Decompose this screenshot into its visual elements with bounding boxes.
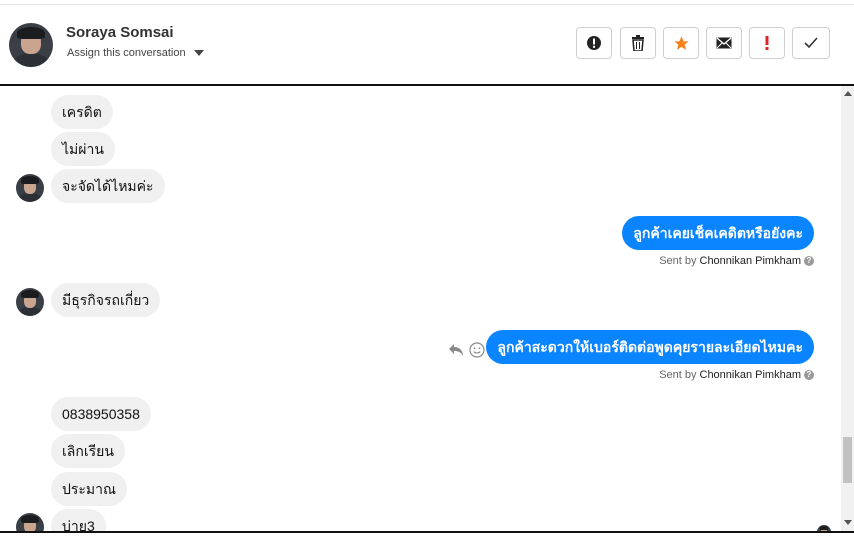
delete-button[interactable]	[620, 27, 656, 59]
emoji-reaction-icon[interactable]	[469, 342, 485, 363]
exclamation-circle-icon	[587, 36, 601, 50]
important-button[interactable]	[749, 27, 785, 59]
conversation-header: Soraya Somsai Assign this conversation	[0, 5, 854, 84]
exclamation-mark-icon	[765, 36, 769, 50]
sender-name: Chonnikan Pimkham	[699, 369, 802, 381]
done-button[interactable]	[792, 27, 830, 59]
contact-avatar[interactable]	[16, 174, 44, 202]
sent-by-label: Sent by Chonnikan Pimkham ?	[659, 369, 814, 381]
help-icon[interactable]: ?	[804, 370, 814, 380]
message-bubble[interactable]: ประมาณ	[51, 472, 128, 506]
sent-by-prefix: Sent by	[659, 255, 697, 267]
message-bubble-outgoing[interactable]: ลูกค้าเคยเช็คเคดิตหรือยังคะ	[622, 216, 814, 250]
scroll-up-arrow-icon[interactable]	[844, 91, 852, 96]
contact-avatar[interactable]	[16, 288, 44, 316]
message-bubble[interactable]: เครดิต	[51, 95, 113, 129]
reply-icon[interactable]	[448, 343, 464, 362]
message-bubble-outgoing[interactable]: ลูกค้าสะดวกให้เบอร์ติดต่อพูดคุยรายละเอีย…	[486, 330, 814, 364]
assign-conversation-dropdown[interactable]: Assign this conversation	[67, 47, 204, 59]
contact-avatar[interactable]	[16, 513, 44, 531]
help-icon[interactable]: ?	[804, 256, 814, 266]
sent-by-prefix: Sent by	[659, 369, 697, 381]
envelope-icon	[716, 37, 732, 49]
scroll-down-arrow-icon[interactable]	[844, 520, 852, 525]
email-button[interactable]	[706, 27, 742, 59]
caret-down-icon	[193, 50, 204, 56]
contact-name[interactable]: Soraya Somsai	[66, 24, 174, 41]
sent-by-label: Sent by Chonnikan Pimkham ?	[659, 255, 814, 267]
message-bubble[interactable]: ไม่ผ่าน	[51, 132, 115, 166]
message-bubble[interactable]: 0838950358	[51, 397, 151, 431]
message-bubble[interactable]: จะจัดได้ไหมค่ะ	[51, 169, 165, 203]
scrollbar[interactable]	[841, 86, 854, 531]
message-bubble[interactable]: มีธุรกิจรถเกี่ยว	[51, 283, 161, 317]
star-icon	[673, 35, 689, 50]
assign-label: Assign this conversation	[67, 47, 186, 59]
message-thread[interactable]: เครดิต ไม่ผ่าน จะจัดได้ไหมค่ะ ลูกค้าเคยเ…	[0, 84, 854, 533]
message-bubble[interactable]: เลิกเรียน	[51, 434, 125, 468]
spam-button[interactable]	[576, 27, 612, 59]
star-button[interactable]	[663, 27, 699, 59]
sender-name: Chonnikan Pimkham	[699, 255, 802, 267]
trash-icon	[632, 35, 644, 51]
message-bubble[interactable]: บ่าย3	[51, 509, 106, 531]
checkmark-icon	[804, 37, 818, 49]
contact-avatar[interactable]	[9, 23, 53, 67]
seen-avatar	[817, 525, 831, 531]
scrollbar-thumb[interactable]	[843, 437, 852, 483]
